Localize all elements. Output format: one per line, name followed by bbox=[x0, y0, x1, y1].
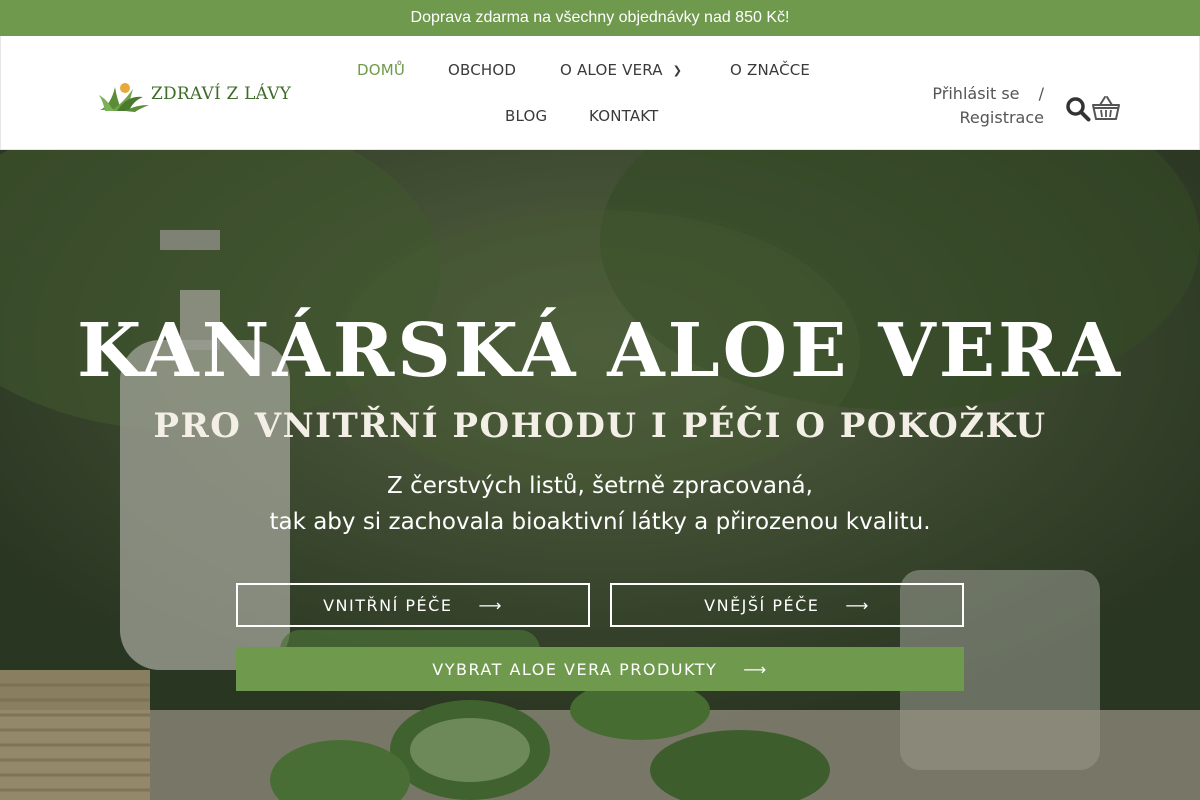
arrow-right-icon: ⟶ bbox=[743, 659, 768, 679]
account-separator: / bbox=[1038, 84, 1044, 103]
nav-item-blog[interactable]: BLOG bbox=[505, 107, 547, 125]
internal-care-button[interactable]: VNITŘNÍ PÉČE ⟶ bbox=[236, 583, 590, 627]
nav-item-kontakt[interactable]: KONTAKT bbox=[589, 107, 659, 125]
logo-aloe-icon bbox=[99, 83, 149, 112]
internal-care-label: VNITŘNÍ PÉČE bbox=[323, 595, 453, 615]
nav-item-obchod[interactable]: OBCHOD bbox=[448, 61, 516, 79]
external-care-label: VNĚJŠÍ PÉČE bbox=[704, 595, 820, 615]
nav-item-domu[interactable]: DOMŮ bbox=[357, 61, 405, 79]
nav-item-label: O ALOE VERA bbox=[560, 61, 663, 79]
register-link[interactable]: Registrace bbox=[960, 108, 1044, 127]
hero-section: KANÁRSKÁ ALOE VERA PRO VNITŘNÍ POHODU I … bbox=[0, 150, 1200, 800]
nav-item-o-znacce[interactable]: O ZNAČCE bbox=[730, 61, 810, 79]
login-link[interactable]: Přihlásit se bbox=[932, 84, 1019, 103]
choose-products-button[interactable]: VYBRAT ALOE VERA PRODUKTY ⟶ bbox=[236, 647, 964, 691]
hero-description-line: tak aby si zachovala bioaktivní látky a … bbox=[269, 509, 931, 535]
choose-products-label: VYBRAT ALOE VERA PRODUKTY bbox=[432, 659, 718, 679]
external-care-button[interactable]: VNĚJŠÍ PÉČE ⟶ bbox=[610, 583, 964, 627]
site-header: ZDRAVÍ Z LÁVY DOMŮ OBCHOD O ALOE VERA ❯ O… bbox=[0, 36, 1200, 150]
logo-text: ZDRAVÍ Z LÁVY bbox=[151, 84, 292, 104]
hero-title: KANÁRSKÁ ALOE VERA bbox=[76, 308, 1124, 394]
basket-icon[interactable] bbox=[1091, 94, 1121, 122]
arrow-right-icon: ⟶ bbox=[478, 595, 503, 615]
account-links: Přihlásit se / Registrace bbox=[932, 82, 1044, 130]
arrow-right-icon: ⟶ bbox=[845, 595, 870, 615]
promo-text: Doprava zdarma na všechny objednávky nad… bbox=[410, 9, 790, 26]
hero-subtitle: PRO VNITŘNÍ POHODU I PÉČI O POKOŽKU bbox=[153, 406, 1047, 446]
logo[interactable]: ZDRAVÍ Z LÁVY bbox=[97, 74, 297, 114]
nav-item-o-aloe-vera[interactable]: O ALOE VERA ❯ bbox=[560, 61, 682, 79]
hero-description-line: Z čerstvých listů, šetrně zpracovaná, bbox=[387, 473, 813, 499]
hero-description: Z čerstvých listů, šetrně zpracovaná, ta… bbox=[0, 468, 1200, 540]
search-icon[interactable] bbox=[1065, 96, 1091, 122]
promo-bar: Doprava zdarma na všechny objednávky nad… bbox=[0, 0, 1200, 36]
chevron-down-icon: ❯ bbox=[672, 64, 683, 77]
